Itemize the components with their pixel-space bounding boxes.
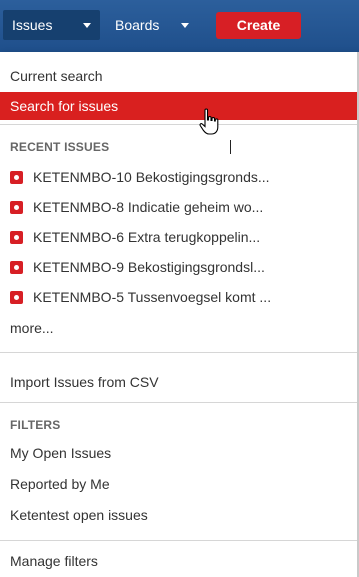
menu-item-search-for-issues[interactable]: Search for issues	[0, 92, 357, 120]
issues-dropdown-menu: Current search Search for issues RECENT …	[0, 52, 359, 577]
menu-item-manage-filters[interactable]: Manage filters	[10, 547, 355, 575]
bug-icon	[10, 231, 23, 244]
recent-issue-label: KETENMBO-6 Extra terugkoppelin...	[33, 229, 261, 245]
create-button[interactable]: Create	[216, 12, 301, 39]
recent-issue-label: KETENMBO-8 Indicatie geheim wo...	[33, 199, 264, 215]
recent-issue-label: KETENMBO-5 Tussenvoegsel komt ...	[33, 289, 272, 305]
recent-issue-item[interactable]: KETENMBO-9 Bekostigingsgrondsl...	[10, 253, 355, 281]
divider	[0, 352, 357, 353]
recent-issue-label: KETENMBO-10 Bekostigingsgronds...	[33, 169, 270, 185]
recent-issue-label: KETENMBO-9 Bekostigingsgrondsl...	[33, 259, 265, 275]
bug-icon	[10, 201, 23, 214]
hand-pointer-icon	[199, 108, 219, 135]
filter-item-my-open-issues[interactable]: My Open Issues	[10, 439, 355, 467]
bug-icon	[10, 291, 23, 304]
boards-menu-label: Boards	[115, 17, 160, 33]
divider	[0, 540, 357, 541]
filter-item-ketentest-open-issues[interactable]: Ketentest open issues	[10, 501, 355, 529]
boards-menu-button[interactable]: Boards	[107, 10, 197, 40]
chevron-down-icon	[83, 23, 91, 28]
filter-item-reported-by-me[interactable]: Reported by Me	[10, 470, 355, 498]
menu-item-current-search[interactable]: Current search	[10, 62, 355, 90]
bug-icon	[10, 171, 23, 184]
issues-menu-button[interactable]: Issues	[3, 10, 100, 40]
recent-issue-item[interactable]: KETENMBO-5 Tussenvoegsel komt ...	[10, 283, 355, 311]
divider	[0, 402, 357, 403]
text-cursor-icon	[230, 140, 231, 154]
recent-issue-item[interactable]: KETENMBO-8 Indicatie geheim wo...	[10, 193, 355, 221]
menu-item-more[interactable]: more...	[10, 314, 355, 342]
recent-issue-item[interactable]: KETENMBO-10 Bekostigingsgronds...	[10, 163, 355, 191]
recent-issue-item[interactable]: KETENMBO-6 Extra terugkoppelin...	[10, 223, 355, 251]
recent-issues-heading: RECENT ISSUES	[10, 140, 110, 154]
issues-menu-label: Issues	[12, 17, 53, 33]
filters-heading: FILTERS	[10, 418, 61, 432]
top-navigation-bar: Issues Boards Create	[0, 0, 359, 52]
bug-icon	[10, 261, 23, 274]
menu-item-import-csv[interactable]: Import Issues from CSV	[10, 368, 355, 396]
chevron-down-icon	[181, 23, 189, 28]
divider	[0, 124, 357, 125]
